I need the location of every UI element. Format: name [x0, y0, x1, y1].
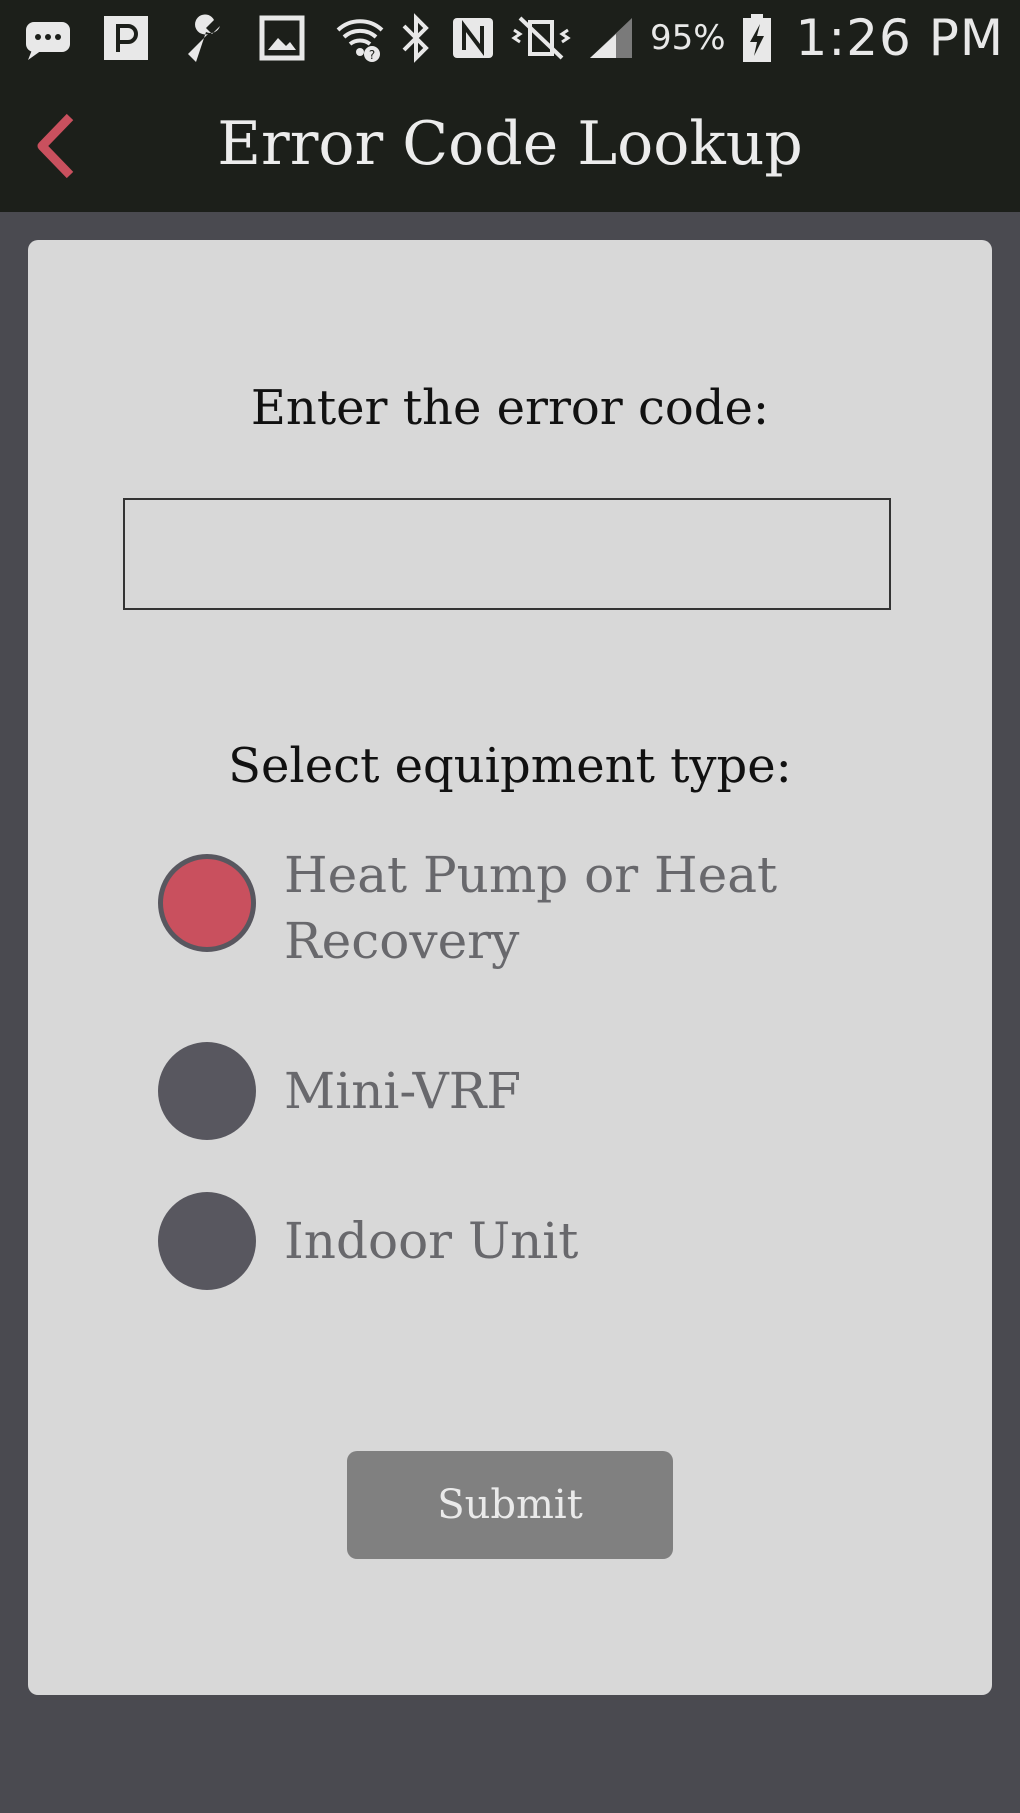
nfc-icon [450, 12, 496, 64]
radio-option-mini-vrf[interactable]: Mini-VRF [158, 1042, 858, 1140]
page-title: Error Code Lookup [217, 109, 803, 179]
chevron-left-icon [37, 113, 74, 179]
status-right-icons: 95% 1:26 PM [396, 9, 1004, 67]
status-left-icons: ? [22, 12, 386, 64]
signal-icon [586, 12, 636, 64]
radio-label: Mini-VRF [284, 1062, 522, 1120]
bluetooth-icon [396, 12, 436, 64]
vibrate-mute-icon [510, 12, 572, 64]
battery-charging-icon [740, 12, 774, 64]
error-code-input[interactable] [123, 498, 891, 610]
wrench-icon [178, 12, 230, 64]
radio-option-heat-pump[interactable]: Heat Pump or Heat Recovery [158, 846, 858, 974]
radio-label: Heat Pump or Heat Recovery [284, 846, 778, 970]
radio-button[interactable] [158, 1192, 256, 1290]
lookup-card: Enter the error code: Select equipment t… [28, 240, 992, 1695]
radio-option-indoor-unit[interactable]: Indoor Unit [158, 1192, 858, 1290]
message-icon [22, 12, 74, 64]
radio-label: Indoor Unit [284, 1212, 579, 1270]
back-button[interactable] [20, 106, 90, 186]
error-code-label: Enter the error code: [250, 380, 770, 436]
submit-button[interactable]: Submit [347, 1451, 673, 1559]
wifi-icon: ? [334, 12, 386, 64]
image-icon [256, 12, 308, 64]
battery-percent: 95% [649, 18, 726, 58]
equipment-type-label: Select equipment type: [228, 738, 792, 794]
radio-button[interactable] [158, 1042, 256, 1140]
pandora-icon [100, 12, 152, 64]
app-bar: Error Code Lookup [0, 76, 1020, 212]
radio-button-selected[interactable] [158, 854, 256, 952]
clock: 1:26 PM [795, 9, 1004, 67]
svg-text:?: ? [369, 48, 375, 62]
status-bar: ? 95% 1:26 PM [0, 0, 1020, 76]
